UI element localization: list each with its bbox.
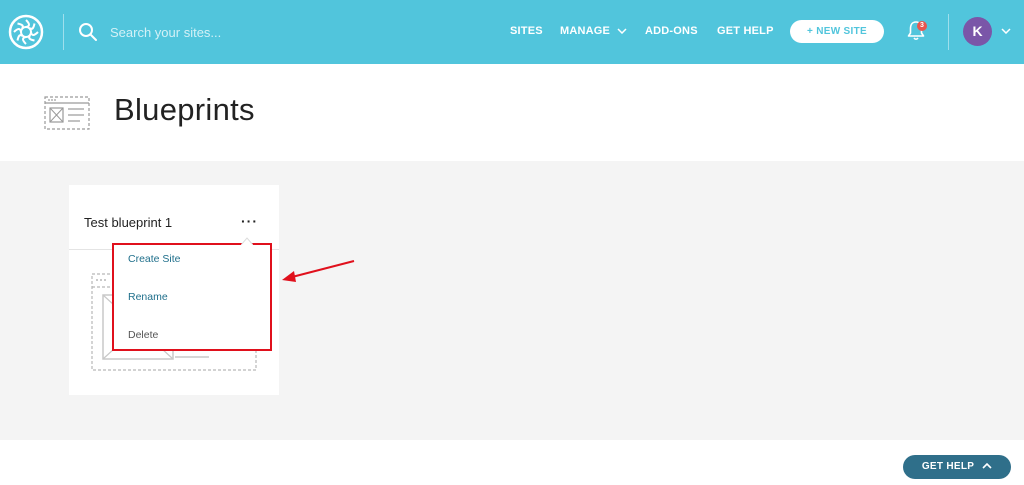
notification-badge: 3	[917, 21, 927, 31]
new-site-button[interactable]: + NEW SITE	[790, 20, 884, 43]
avatar[interactable]: K	[963, 17, 992, 46]
annotation-arrow-icon	[282, 260, 355, 282]
blueprint-card-title: Test blueprint 1	[84, 215, 173, 230]
chevron-down-icon[interactable]	[1001, 28, 1011, 34]
search-icon[interactable]	[78, 22, 98, 42]
top-navigation-bar: SITES MANAGE ADD-ONS GET HELP + NEW SITE…	[0, 0, 1024, 64]
get-help-button[interactable]: GET HELP	[903, 455, 1011, 479]
nav-add-ons[interactable]: ADD-ONS	[645, 25, 698, 37]
blueprint-options-menu: Create Site Rename Delete	[112, 243, 272, 351]
nav-get-help[interactable]: GET HELP	[717, 25, 774, 37]
nav-add-ons-label: ADD-ONS	[645, 25, 698, 37]
rename-menu-item[interactable]: Rename	[128, 291, 168, 303]
nav-get-help-label: GET HELP	[717, 25, 774, 37]
nav-manage[interactable]: MANAGE	[560, 25, 627, 37]
chevron-down-icon	[617, 28, 627, 35]
page-header: Blueprints	[0, 64, 1024, 161]
nav-divider	[63, 14, 64, 50]
page-title: Blueprints	[114, 92, 255, 127]
delete-menu-item[interactable]: Delete	[128, 329, 158, 341]
blueprint-icon	[44, 96, 90, 130]
menu-caret-icon	[241, 237, 253, 245]
nav-manage-label: MANAGE	[560, 25, 611, 37]
nav-sites-label: SITES	[510, 25, 543, 37]
flywheel-logo-icon[interactable]	[8, 14, 44, 50]
chevron-up-icon	[982, 463, 992, 469]
get-help-label: GET HELP	[921, 461, 975, 472]
search-input[interactable]	[110, 20, 370, 44]
more-options-icon[interactable]: ···	[241, 213, 258, 229]
create-site-menu-item[interactable]: Create Site	[128, 253, 181, 265]
nav-sites[interactable]: SITES	[510, 25, 543, 37]
nav-divider	[948, 14, 949, 50]
